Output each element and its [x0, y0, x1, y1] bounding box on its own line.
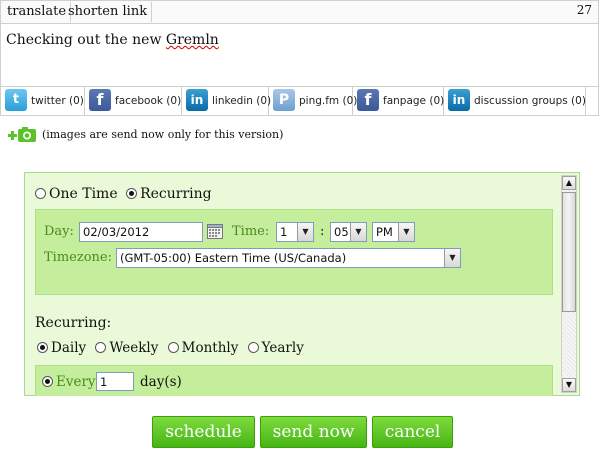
- every-unit-label: day(s): [140, 374, 182, 390]
- one-time-label: One Time: [49, 186, 118, 202]
- one-time-radio[interactable]: [35, 188, 46, 199]
- hour-value: 1: [280, 225, 288, 239]
- monthly-label: Monthly: [181, 340, 239, 356]
- chevron-down-icon: ▼: [444, 249, 460, 267]
- cancel-button[interactable]: cancel: [372, 416, 453, 448]
- compose-textarea[interactable]: Checking out the new Gremln: [0, 24, 599, 86]
- chevron-down-icon: ▼: [398, 223, 414, 241]
- ampm-value: PM: [376, 225, 393, 239]
- schedule-button[interactable]: schedule: [152, 416, 255, 448]
- every-input[interactable]: 1: [96, 372, 134, 391]
- network-tab-label: facebook (0): [115, 95, 182, 107]
- timezone-value: (GMT-05:00) Eastern Time (US/Canada): [120, 251, 347, 265]
- pingfm-icon: P: [273, 89, 295, 111]
- day-label: Day:: [44, 224, 74, 239]
- panel-scrollbar[interactable]: ▲ ▼: [561, 175, 577, 393]
- network-tab-label: fanpage (0): [383, 95, 445, 107]
- network-tab-label: linkedin (0): [212, 95, 272, 107]
- minute-value: 05: [334, 225, 349, 239]
- time-separator: :: [320, 224, 325, 239]
- network-tab-linkedin[interactable]: in linkedin (0): [182, 87, 272, 115]
- weekly-radio[interactable]: [95, 342, 107, 353]
- every-label: Every: [56, 374, 96, 390]
- day-input[interactable]: 02/03/2012: [79, 222, 203, 242]
- recurring-section-label: Recurring:: [35, 315, 112, 331]
- calendar-icon[interactable]: [207, 224, 223, 239]
- chevron-down-icon: ▼: [350, 223, 366, 241]
- compose-toolbar: translate shorten link 27: [0, 0, 599, 24]
- character-count: 27: [576, 3, 592, 17]
- image-note: (images are send now only for this versi…: [42, 128, 284, 141]
- recurring-label: Recurring: [140, 186, 212, 202]
- every-radio[interactable]: [42, 376, 53, 387]
- network-tab-label: twitter (0): [31, 95, 84, 107]
- scroll-up-icon[interactable]: ▲: [562, 176, 576, 190]
- network-tab-fanpage[interactable]: f fanpage (0): [353, 87, 444, 115]
- twitter-icon: t: [5, 89, 27, 111]
- shorten-link-button[interactable]: shorten link: [64, 2, 153, 22]
- network-tab-label: discussion groups (0): [474, 95, 586, 107]
- recurring-radio[interactable]: [126, 188, 138, 199]
- time-label: Time:: [232, 224, 270, 239]
- every-option: Every: [42, 374, 96, 390]
- ampm-select[interactable]: PM ▼: [372, 222, 415, 242]
- network-tab-discussion-groups[interactable]: in discussion groups (0): [444, 87, 586, 115]
- network-tabs: t twitter (0) f facebook (0) in linkedin…: [0, 86, 599, 116]
- every-box: Every 1 day(s): [35, 365, 553, 396]
- date-time-box: Day: 02/03/2012 Time: 1 ▼ : 05 ▼ PM ▼ Ti…: [35, 209, 553, 295]
- yearly-label: Yearly: [261, 340, 304, 356]
- translate-button[interactable]: translate: [3, 2, 72, 22]
- timezone-select[interactable]: (GMT-05:00) Eastern Time (US/Canada) ▼: [116, 248, 461, 268]
- hour-select[interactable]: 1 ▼: [276, 222, 314, 242]
- add-image-icon[interactable]: [8, 126, 38, 144]
- schedule-mode-group: One Time Recurring: [35, 186, 212, 202]
- schedule-panel: One Time Recurring Day: 02/03/2012 Time:…: [24, 172, 580, 396]
- minute-select[interactable]: 05 ▼: [330, 222, 367, 242]
- compose-text: Checking out the new: [6, 32, 166, 48]
- linkedin-icon: in: [186, 89, 208, 111]
- network-tab-label: ping.fm (0): [299, 95, 358, 107]
- weekly-label: Weekly: [109, 340, 159, 356]
- network-tab-pingfm[interactable]: P ping.fm (0): [269, 87, 357, 115]
- yearly-radio[interactable]: [247, 342, 259, 353]
- facebook-icon: f: [357, 89, 379, 111]
- facebook-icon: f: [89, 89, 111, 111]
- monthly-radio[interactable]: [167, 342, 179, 353]
- daily-label: Daily: [51, 340, 87, 356]
- send-now-button[interactable]: send now: [260, 416, 367, 448]
- timezone-label: Timezone:: [44, 250, 112, 265]
- frequency-group: Daily Weekly Monthly Yearly: [37, 340, 304, 356]
- daily-radio[interactable]: [37, 342, 48, 353]
- compose-misspelled-word: Gremln: [165, 32, 219, 48]
- network-tab-twitter[interactable]: t twitter (0): [1, 87, 85, 115]
- linkedin-icon: in: [448, 89, 470, 111]
- chevron-down-icon: ▼: [297, 223, 313, 241]
- scroll-down-icon[interactable]: ▼: [562, 378, 576, 392]
- scrollbar-thumb[interactable]: [562, 192, 576, 312]
- network-tab-facebook[interactable]: f facebook (0): [85, 87, 182, 115]
